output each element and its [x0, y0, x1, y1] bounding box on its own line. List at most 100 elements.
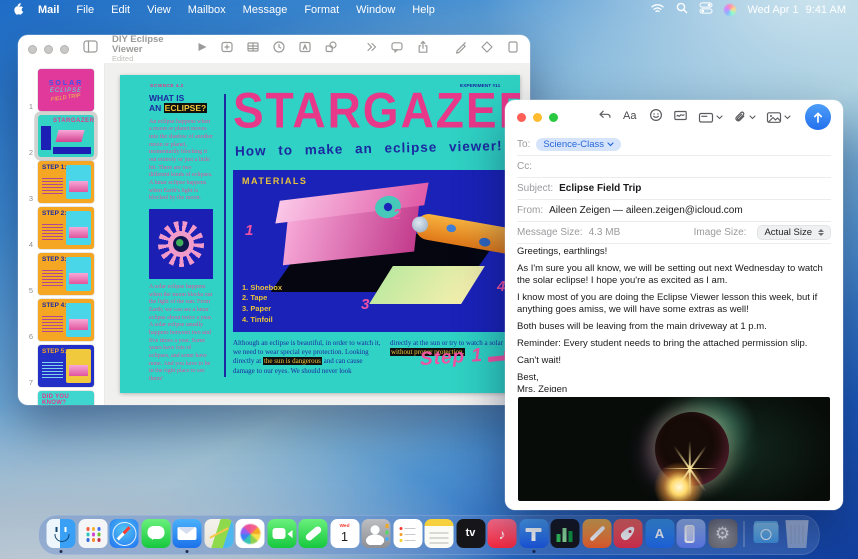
- play-icon[interactable]: [194, 40, 208, 59]
- dock-item-games[interactable]: [614, 519, 643, 548]
- slide-thumbnail-6[interactable]: STEP 4:: [38, 299, 94, 341]
- subject-field[interactable]: Subject: Eclipse Field Trip: [517, 178, 831, 200]
- keynote-icon: [519, 519, 548, 548]
- slide-thumbnail-5[interactable]: STEP 3:: [38, 253, 94, 295]
- slide-paragraph-2: A solar eclipse happens when the moon bl…: [149, 284, 213, 384]
- zoom-button[interactable]: [60, 45, 69, 54]
- materials-heading: MATERIALS: [242, 176, 307, 186]
- thumbnail-text: STEP 1:: [42, 164, 66, 171]
- slide-number: 1: [18, 102, 33, 111]
- window-controls[interactable]: [28, 45, 69, 54]
- slide-thumbnail-3[interactable]: STEP 1:: [38, 161, 94, 203]
- dock-item-photos[interactable]: [236, 519, 265, 548]
- zoom-button[interactable]: [549, 113, 558, 122]
- dock-item-pages[interactable]: [582, 519, 611, 548]
- minimize-button[interactable]: [44, 45, 53, 54]
- apple-menu-icon[interactable]: [12, 1, 24, 18]
- mail-body-paragraph: Reminder: Every student needs to bring t…: [517, 338, 831, 350]
- menu-item-help[interactable]: Help: [412, 4, 435, 16]
- menu-items: Mail File Edit View Mailbox Message Format Wind…: [38, 4, 435, 16]
- image-size-select[interactable]: Actual Size: [757, 225, 831, 240]
- format-brush-icon[interactable]: [454, 40, 468, 59]
- table-icon[interactable]: [246, 40, 260, 59]
- dock-item-numbers[interactable]: [551, 519, 580, 548]
- menu-item-edit[interactable]: Edit: [111, 4, 130, 16]
- eclipse-photo-attachment[interactable]: [518, 397, 830, 501]
- dock-item-facetime[interactable]: [267, 519, 296, 548]
- slide-thumbnail-7[interactable]: STEP 5:: [38, 345, 94, 387]
- dock-item-messages[interactable]: [141, 519, 170, 548]
- dock-item-iphone-mirroring[interactable]: [677, 519, 706, 548]
- share-icon[interactable]: [416, 40, 430, 59]
- dock-item-keynote[interactable]: [519, 519, 548, 548]
- dock-item-trash[interactable]: [783, 519, 812, 548]
- dock-item-finder[interactable]: [47, 519, 76, 548]
- undo-icon[interactable]: [597, 108, 612, 127]
- slide-thumbnail-8[interactable]: DID YOU KNOW?: [38, 391, 94, 405]
- search-icon[interactable]: [676, 2, 688, 17]
- document-icon[interactable]: [506, 40, 520, 59]
- close-button[interactable]: [28, 45, 37, 54]
- slide-2-stargazer[interactable]: SCIENCE 4.2 EXPERIMENT #11 WHAT IS AN EC…: [120, 75, 520, 393]
- minimize-button[interactable]: [533, 113, 542, 122]
- slide-thumbnail-4[interactable]: STEP 2:: [38, 207, 94, 249]
- to-field[interactable]: To: Science-Class: [517, 134, 831, 156]
- window-controls[interactable]: [517, 113, 558, 122]
- add-slide-icon[interactable]: [220, 40, 234, 59]
- header-fields-button[interactable]: [698, 111, 723, 124]
- shapes-icon[interactable]: [324, 40, 338, 59]
- menu-item-message[interactable]: Message: [243, 4, 288, 16]
- recipient-token[interactable]: Science-Class: [536, 138, 621, 151]
- emoji-icon[interactable]: [649, 108, 663, 127]
- materials-list: 1. Shoebox2. Tape3. Paper4. Tinfoil: [242, 283, 282, 327]
- markup-stamp-icon[interactable]: [673, 108, 688, 127]
- message-body-editor[interactable]: Greetings, earthlings!As I'm sure you al…: [517, 246, 831, 392]
- more-toolbar-icon[interactable]: [364, 40, 378, 59]
- slide-thumbnail-1[interactable]: SOLARECLIPSEFIELD TRIP: [38, 69, 94, 111]
- thumb-art: [42, 362, 63, 378]
- pages-icon: [582, 519, 611, 548]
- sidebar-toggle-icon[interactable]: [83, 40, 98, 58]
- dock-item-tv[interactable]: tv: [456, 519, 485, 548]
- downloads-icon: [751, 519, 780, 548]
- dock-item-phone[interactable]: [299, 519, 328, 548]
- menu-item-format[interactable]: Format: [304, 4, 339, 16]
- menu-item-mail[interactable]: Mail: [38, 4, 59, 16]
- from-field[interactable]: From: Aileen Zeigen — aileen.zeigen@iclo…: [517, 200, 831, 222]
- dock-item-launchpad[interactable]: [78, 519, 107, 548]
- menu-item-file[interactable]: File: [76, 4, 94, 16]
- insert-media-button[interactable]: [766, 111, 791, 124]
- dock-item-calendar[interactable]: Wed1: [330, 519, 359, 548]
- dock-item-safari[interactable]: [110, 519, 139, 548]
- menu-item-window[interactable]: Window: [356, 4, 395, 16]
- clock-icon[interactable]: [272, 40, 286, 59]
- dock-item-settings[interactable]: ⚙: [708, 519, 737, 548]
- mail-body-paragraph: Can't wait!: [517, 355, 831, 367]
- siri-icon[interactable]: [724, 4, 736, 16]
- menu-item-view[interactable]: View: [147, 4, 171, 16]
- wifi-icon[interactable]: [650, 3, 665, 17]
- send-button[interactable]: [805, 104, 831, 130]
- text-box-icon[interactable]: [298, 40, 312, 59]
- slide-number: 7: [18, 378, 33, 387]
- dock-item-downloads[interactable]: [751, 519, 780, 548]
- animate-icon[interactable]: [480, 40, 494, 59]
- slide-number: 3: [18, 194, 33, 203]
- menu-item-mailbox[interactable]: Mailbox: [188, 4, 226, 16]
- cc-field[interactable]: Cc:: [517, 156, 831, 178]
- comment-icon[interactable]: [390, 40, 404, 59]
- dock-item-maps[interactable]: [204, 519, 233, 548]
- dock-item-music[interactable]: ♪: [488, 519, 517, 548]
- attach-file-button[interactable]: [733, 110, 756, 124]
- dock-item-notes[interactable]: [425, 519, 454, 548]
- control-center-icon[interactable]: [699, 2, 713, 17]
- format-text-icon[interactable]: Aa: [622, 108, 639, 127]
- slide-thumbnail-2[interactable]: STARGAZER: [38, 115, 94, 157]
- dock-item-reminders[interactable]: [393, 519, 422, 548]
- dock-item-contacts[interactable]: [362, 519, 391, 548]
- dock-item-mailapp[interactable]: [173, 519, 202, 548]
- window-title: DIY Eclipse Viewer: [112, 35, 166, 55]
- dock-item-appstore[interactable]: A: [645, 519, 674, 548]
- close-button[interactable]: [517, 113, 526, 122]
- menu-clock[interactable]: Wed Apr 1 9:41 AM: [747, 4, 846, 16]
